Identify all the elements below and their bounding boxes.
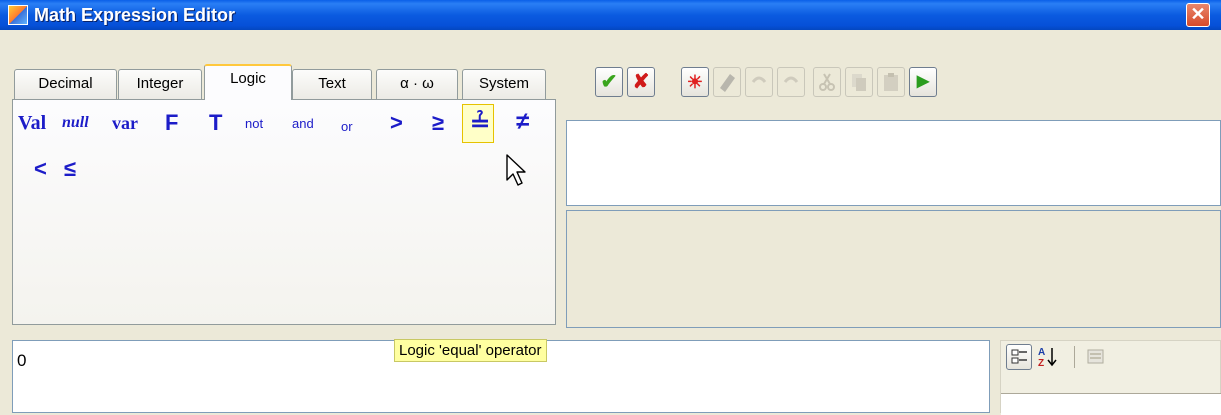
toolbar-divider xyxy=(1074,346,1075,368)
tab-logic[interactable]: Logic xyxy=(204,64,292,100)
property-panel xyxy=(1000,340,1221,415)
tooltip: Logic 'equal' operator xyxy=(394,339,547,362)
tab-text[interactable]: Text xyxy=(292,69,372,99)
cancel-button[interactable]: ✘ xyxy=(627,67,655,97)
greater-than-button[interactable]: > xyxy=(390,110,403,136)
true-button[interactable]: T xyxy=(209,110,222,136)
cut-icon xyxy=(813,67,841,97)
title-bar[interactable]: Math Expression Editor ✕ xyxy=(0,0,1221,30)
false-button[interactable]: F xyxy=(165,110,178,136)
expression-preview-pane[interactable] xyxy=(566,120,1221,206)
close-button[interactable]: ✕ xyxy=(1186,3,1210,27)
svg-text:Z: Z xyxy=(1038,358,1044,369)
highlight-button[interactable]: ☀ xyxy=(681,67,709,97)
property-pages-icon xyxy=(1087,349,1104,364)
var-button[interactable]: var xyxy=(112,113,138,134)
greater-equal-button[interactable]: ≥ xyxy=(432,110,444,136)
redo-icon xyxy=(777,67,805,97)
tab-greek[interactable]: α · ω xyxy=(376,69,458,99)
paste-icon xyxy=(877,67,905,97)
undo-icon xyxy=(745,67,773,97)
svg-text:A: A xyxy=(1038,347,1045,358)
equal-button[interactable]: ≟ xyxy=(470,109,490,138)
ok-button[interactable]: ✔ xyxy=(595,67,623,97)
sort-az-icon: A Z xyxy=(1038,347,1057,369)
tab-decimal[interactable]: Decimal xyxy=(14,69,117,99)
and-button[interactable]: and xyxy=(292,116,314,131)
null-button[interactable]: null xyxy=(62,114,89,132)
mouse-cursor-icon xyxy=(505,153,529,194)
property-grid[interactable] xyxy=(1001,393,1221,415)
not-equal-button[interactable]: ≠ xyxy=(516,108,529,136)
copy-icon xyxy=(845,67,873,97)
or-button[interactable]: or xyxy=(341,119,353,134)
window-title: Math Expression Editor xyxy=(34,5,236,25)
val-button[interactable]: Val xyxy=(18,112,46,135)
less-equal-button[interactable]: ≤ xyxy=(64,156,76,182)
categorized-icon xyxy=(1011,349,1027,364)
run-button[interactable]: ▶ xyxy=(909,67,937,97)
expression-value: 0 xyxy=(17,351,27,370)
eraser-icon xyxy=(713,67,741,97)
info-pane xyxy=(566,210,1221,328)
not-button[interactable]: not xyxy=(245,116,263,131)
categorized-view-button[interactable] xyxy=(1006,344,1032,370)
tab-system[interactable]: System xyxy=(462,69,546,99)
app-icon xyxy=(8,5,28,25)
sort-alphabetical-button[interactable]: A Z xyxy=(1036,344,1062,370)
tab-integer[interactable]: Integer xyxy=(118,69,202,99)
less-than-button[interactable]: < xyxy=(34,156,47,182)
property-pages-button[interactable] xyxy=(1084,346,1108,368)
